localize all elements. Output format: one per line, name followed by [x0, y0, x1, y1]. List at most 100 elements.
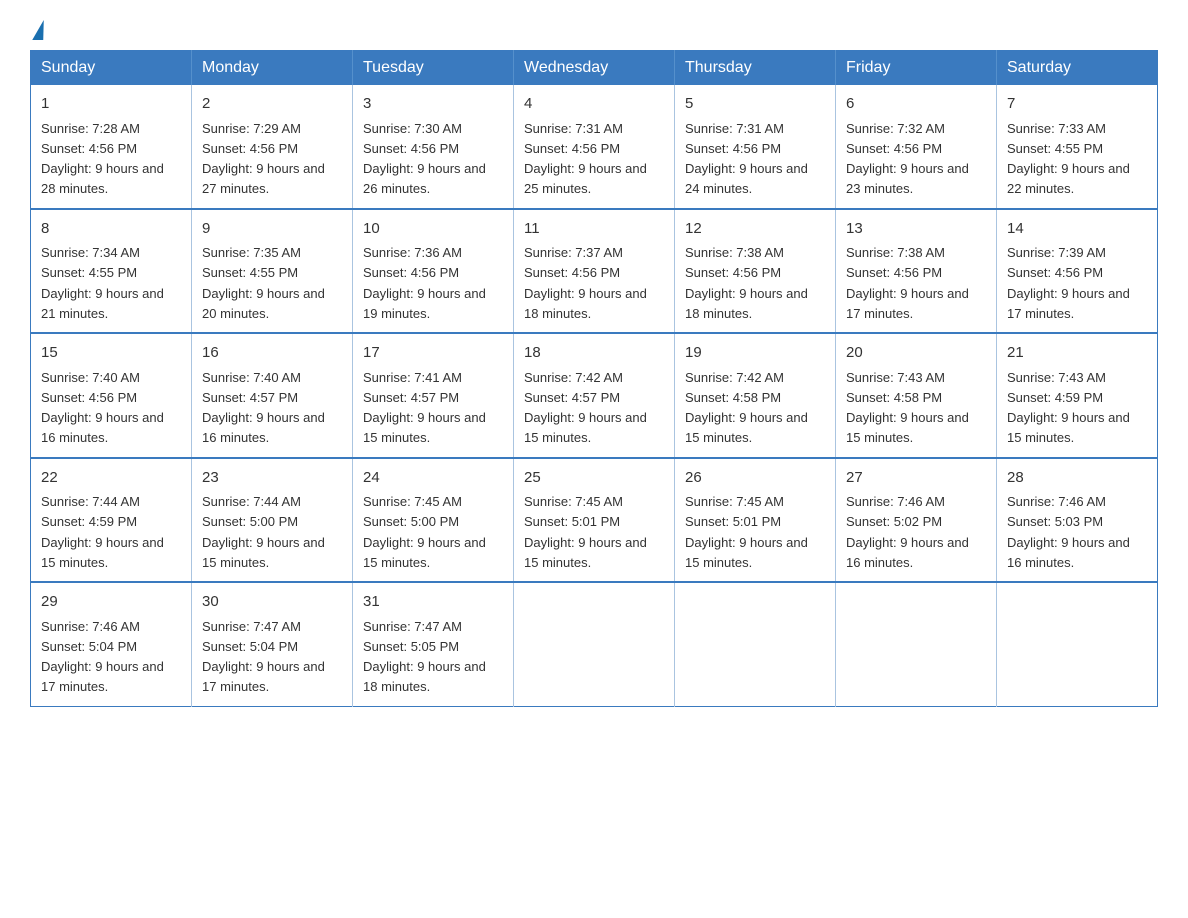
weekday-header-tuesday: Tuesday [353, 51, 514, 86]
day-info: Sunrise: 7:39 AMSunset: 4:56 PMDaylight:… [1007, 245, 1130, 321]
day-info: Sunrise: 7:34 AMSunset: 4:55 PMDaylight:… [41, 245, 164, 321]
day-info: Sunrise: 7:46 AMSunset: 5:04 PMDaylight:… [41, 619, 164, 695]
calendar-day-cell: 7 Sunrise: 7:33 AMSunset: 4:55 PMDayligh… [997, 85, 1158, 209]
day-info: Sunrise: 7:47 AMSunset: 5:04 PMDaylight:… [202, 619, 325, 695]
calendar-day-cell: 30 Sunrise: 7:47 AMSunset: 5:04 PMDaylig… [192, 582, 353, 706]
day-number: 20 [846, 342, 986, 365]
day-number: 4 [524, 93, 664, 116]
calendar-day-cell: 9 Sunrise: 7:35 AMSunset: 4:55 PMDayligh… [192, 209, 353, 334]
weekday-header-sunday: Sunday [31, 51, 192, 86]
day-info: Sunrise: 7:31 AMSunset: 4:56 PMDaylight:… [685, 121, 808, 197]
day-info: Sunrise: 7:28 AMSunset: 4:56 PMDaylight:… [41, 121, 164, 197]
calendar-day-cell: 10 Sunrise: 7:36 AMSunset: 4:56 PMDaylig… [353, 209, 514, 334]
calendar-day-cell: 14 Sunrise: 7:39 AMSunset: 4:56 PMDaylig… [997, 209, 1158, 334]
day-info: Sunrise: 7:31 AMSunset: 4:56 PMDaylight:… [524, 121, 647, 197]
logo [30, 20, 45, 40]
day-number: 12 [685, 218, 825, 241]
weekday-header-saturday: Saturday [997, 51, 1158, 86]
day-number: 3 [363, 93, 503, 116]
day-number: 7 [1007, 93, 1147, 116]
calendar-day-cell: 24 Sunrise: 7:45 AMSunset: 5:00 PMDaylig… [353, 458, 514, 583]
calendar-day-cell: 12 Sunrise: 7:38 AMSunset: 4:56 PMDaylig… [675, 209, 836, 334]
day-info: Sunrise: 7:46 AMSunset: 5:02 PMDaylight:… [846, 494, 969, 570]
day-number: 29 [41, 591, 181, 614]
day-number: 6 [846, 93, 986, 116]
day-info: Sunrise: 7:41 AMSunset: 4:57 PMDaylight:… [363, 370, 486, 446]
day-number: 25 [524, 467, 664, 490]
day-info: Sunrise: 7:38 AMSunset: 4:56 PMDaylight:… [846, 245, 969, 321]
day-number: 9 [202, 218, 342, 241]
day-info: Sunrise: 7:46 AMSunset: 5:03 PMDaylight:… [1007, 494, 1130, 570]
day-number: 16 [202, 342, 342, 365]
logo-general [30, 20, 45, 40]
weekday-header-wednesday: Wednesday [514, 51, 675, 86]
calendar-day-cell: 27 Sunrise: 7:46 AMSunset: 5:02 PMDaylig… [836, 458, 997, 583]
day-number: 23 [202, 467, 342, 490]
calendar-day-cell: 29 Sunrise: 7:46 AMSunset: 5:04 PMDaylig… [31, 582, 192, 706]
weekday-header-monday: Monday [192, 51, 353, 86]
calendar-day-cell [675, 582, 836, 706]
day-number: 13 [846, 218, 986, 241]
weekday-header-row: SundayMondayTuesdayWednesdayThursdayFrid… [31, 51, 1158, 86]
day-number: 27 [846, 467, 986, 490]
day-number: 22 [41, 467, 181, 490]
calendar-day-cell: 20 Sunrise: 7:43 AMSunset: 4:58 PMDaylig… [836, 333, 997, 458]
day-info: Sunrise: 7:40 AMSunset: 4:57 PMDaylight:… [202, 370, 325, 446]
day-number: 5 [685, 93, 825, 116]
day-info: Sunrise: 7:43 AMSunset: 4:58 PMDaylight:… [846, 370, 969, 446]
calendar-day-cell: 16 Sunrise: 7:40 AMSunset: 4:57 PMDaylig… [192, 333, 353, 458]
day-number: 30 [202, 591, 342, 614]
day-number: 8 [41, 218, 181, 241]
day-number: 17 [363, 342, 503, 365]
day-info: Sunrise: 7:44 AMSunset: 4:59 PMDaylight:… [41, 494, 164, 570]
calendar-day-cell: 11 Sunrise: 7:37 AMSunset: 4:56 PMDaylig… [514, 209, 675, 334]
calendar-day-cell: 31 Sunrise: 7:47 AMSunset: 5:05 PMDaylig… [353, 582, 514, 706]
day-number: 24 [363, 467, 503, 490]
calendar-day-cell: 23 Sunrise: 7:44 AMSunset: 5:00 PMDaylig… [192, 458, 353, 583]
calendar-day-cell: 26 Sunrise: 7:45 AMSunset: 5:01 PMDaylig… [675, 458, 836, 583]
logo-text [30, 20, 45, 40]
calendar-day-cell: 25 Sunrise: 7:45 AMSunset: 5:01 PMDaylig… [514, 458, 675, 583]
calendar-week-1: 1 Sunrise: 7:28 AMSunset: 4:56 PMDayligh… [31, 85, 1158, 209]
calendar-day-cell: 2 Sunrise: 7:29 AMSunset: 4:56 PMDayligh… [192, 85, 353, 209]
calendar-day-cell [997, 582, 1158, 706]
calendar-table: SundayMondayTuesdayWednesdayThursdayFrid… [30, 50, 1158, 707]
day-info: Sunrise: 7:40 AMSunset: 4:56 PMDaylight:… [41, 370, 164, 446]
day-info: Sunrise: 7:45 AMSunset: 5:01 PMDaylight:… [524, 494, 647, 570]
calendar-day-cell: 15 Sunrise: 7:40 AMSunset: 4:56 PMDaylig… [31, 333, 192, 458]
calendar-day-cell: 5 Sunrise: 7:31 AMSunset: 4:56 PMDayligh… [675, 85, 836, 209]
page-header [30, 20, 1158, 40]
calendar-week-2: 8 Sunrise: 7:34 AMSunset: 4:55 PMDayligh… [31, 209, 1158, 334]
calendar-day-cell: 17 Sunrise: 7:41 AMSunset: 4:57 PMDaylig… [353, 333, 514, 458]
day-info: Sunrise: 7:38 AMSunset: 4:56 PMDaylight:… [685, 245, 808, 321]
day-number: 1 [41, 93, 181, 116]
calendar-day-cell: 4 Sunrise: 7:31 AMSunset: 4:56 PMDayligh… [514, 85, 675, 209]
day-info: Sunrise: 7:32 AMSunset: 4:56 PMDaylight:… [846, 121, 969, 197]
calendar-day-cell: 22 Sunrise: 7:44 AMSunset: 4:59 PMDaylig… [31, 458, 192, 583]
calendar-day-cell [836, 582, 997, 706]
day-number: 19 [685, 342, 825, 365]
day-info: Sunrise: 7:43 AMSunset: 4:59 PMDaylight:… [1007, 370, 1130, 446]
day-info: Sunrise: 7:45 AMSunset: 5:00 PMDaylight:… [363, 494, 486, 570]
day-info: Sunrise: 7:42 AMSunset: 4:58 PMDaylight:… [685, 370, 808, 446]
calendar-day-cell: 3 Sunrise: 7:30 AMSunset: 4:56 PMDayligh… [353, 85, 514, 209]
day-info: Sunrise: 7:36 AMSunset: 4:56 PMDaylight:… [363, 245, 486, 321]
day-number: 10 [363, 218, 503, 241]
day-info: Sunrise: 7:35 AMSunset: 4:55 PMDaylight:… [202, 245, 325, 321]
weekday-header-thursday: Thursday [675, 51, 836, 86]
day-info: Sunrise: 7:45 AMSunset: 5:01 PMDaylight:… [685, 494, 808, 570]
day-info: Sunrise: 7:47 AMSunset: 5:05 PMDaylight:… [363, 619, 486, 695]
calendar-day-cell: 19 Sunrise: 7:42 AMSunset: 4:58 PMDaylig… [675, 333, 836, 458]
day-info: Sunrise: 7:30 AMSunset: 4:56 PMDaylight:… [363, 121, 486, 197]
day-number: 11 [524, 218, 664, 241]
calendar-week-3: 15 Sunrise: 7:40 AMSunset: 4:56 PMDaylig… [31, 333, 1158, 458]
day-number: 15 [41, 342, 181, 365]
day-number: 18 [524, 342, 664, 365]
calendar-day-cell: 13 Sunrise: 7:38 AMSunset: 4:56 PMDaylig… [836, 209, 997, 334]
day-number: 31 [363, 591, 503, 614]
day-number: 21 [1007, 342, 1147, 365]
weekday-header-friday: Friday [836, 51, 997, 86]
logo-triangle-icon [32, 20, 47, 40]
calendar-day-cell: 28 Sunrise: 7:46 AMSunset: 5:03 PMDaylig… [997, 458, 1158, 583]
day-info: Sunrise: 7:29 AMSunset: 4:56 PMDaylight:… [202, 121, 325, 197]
